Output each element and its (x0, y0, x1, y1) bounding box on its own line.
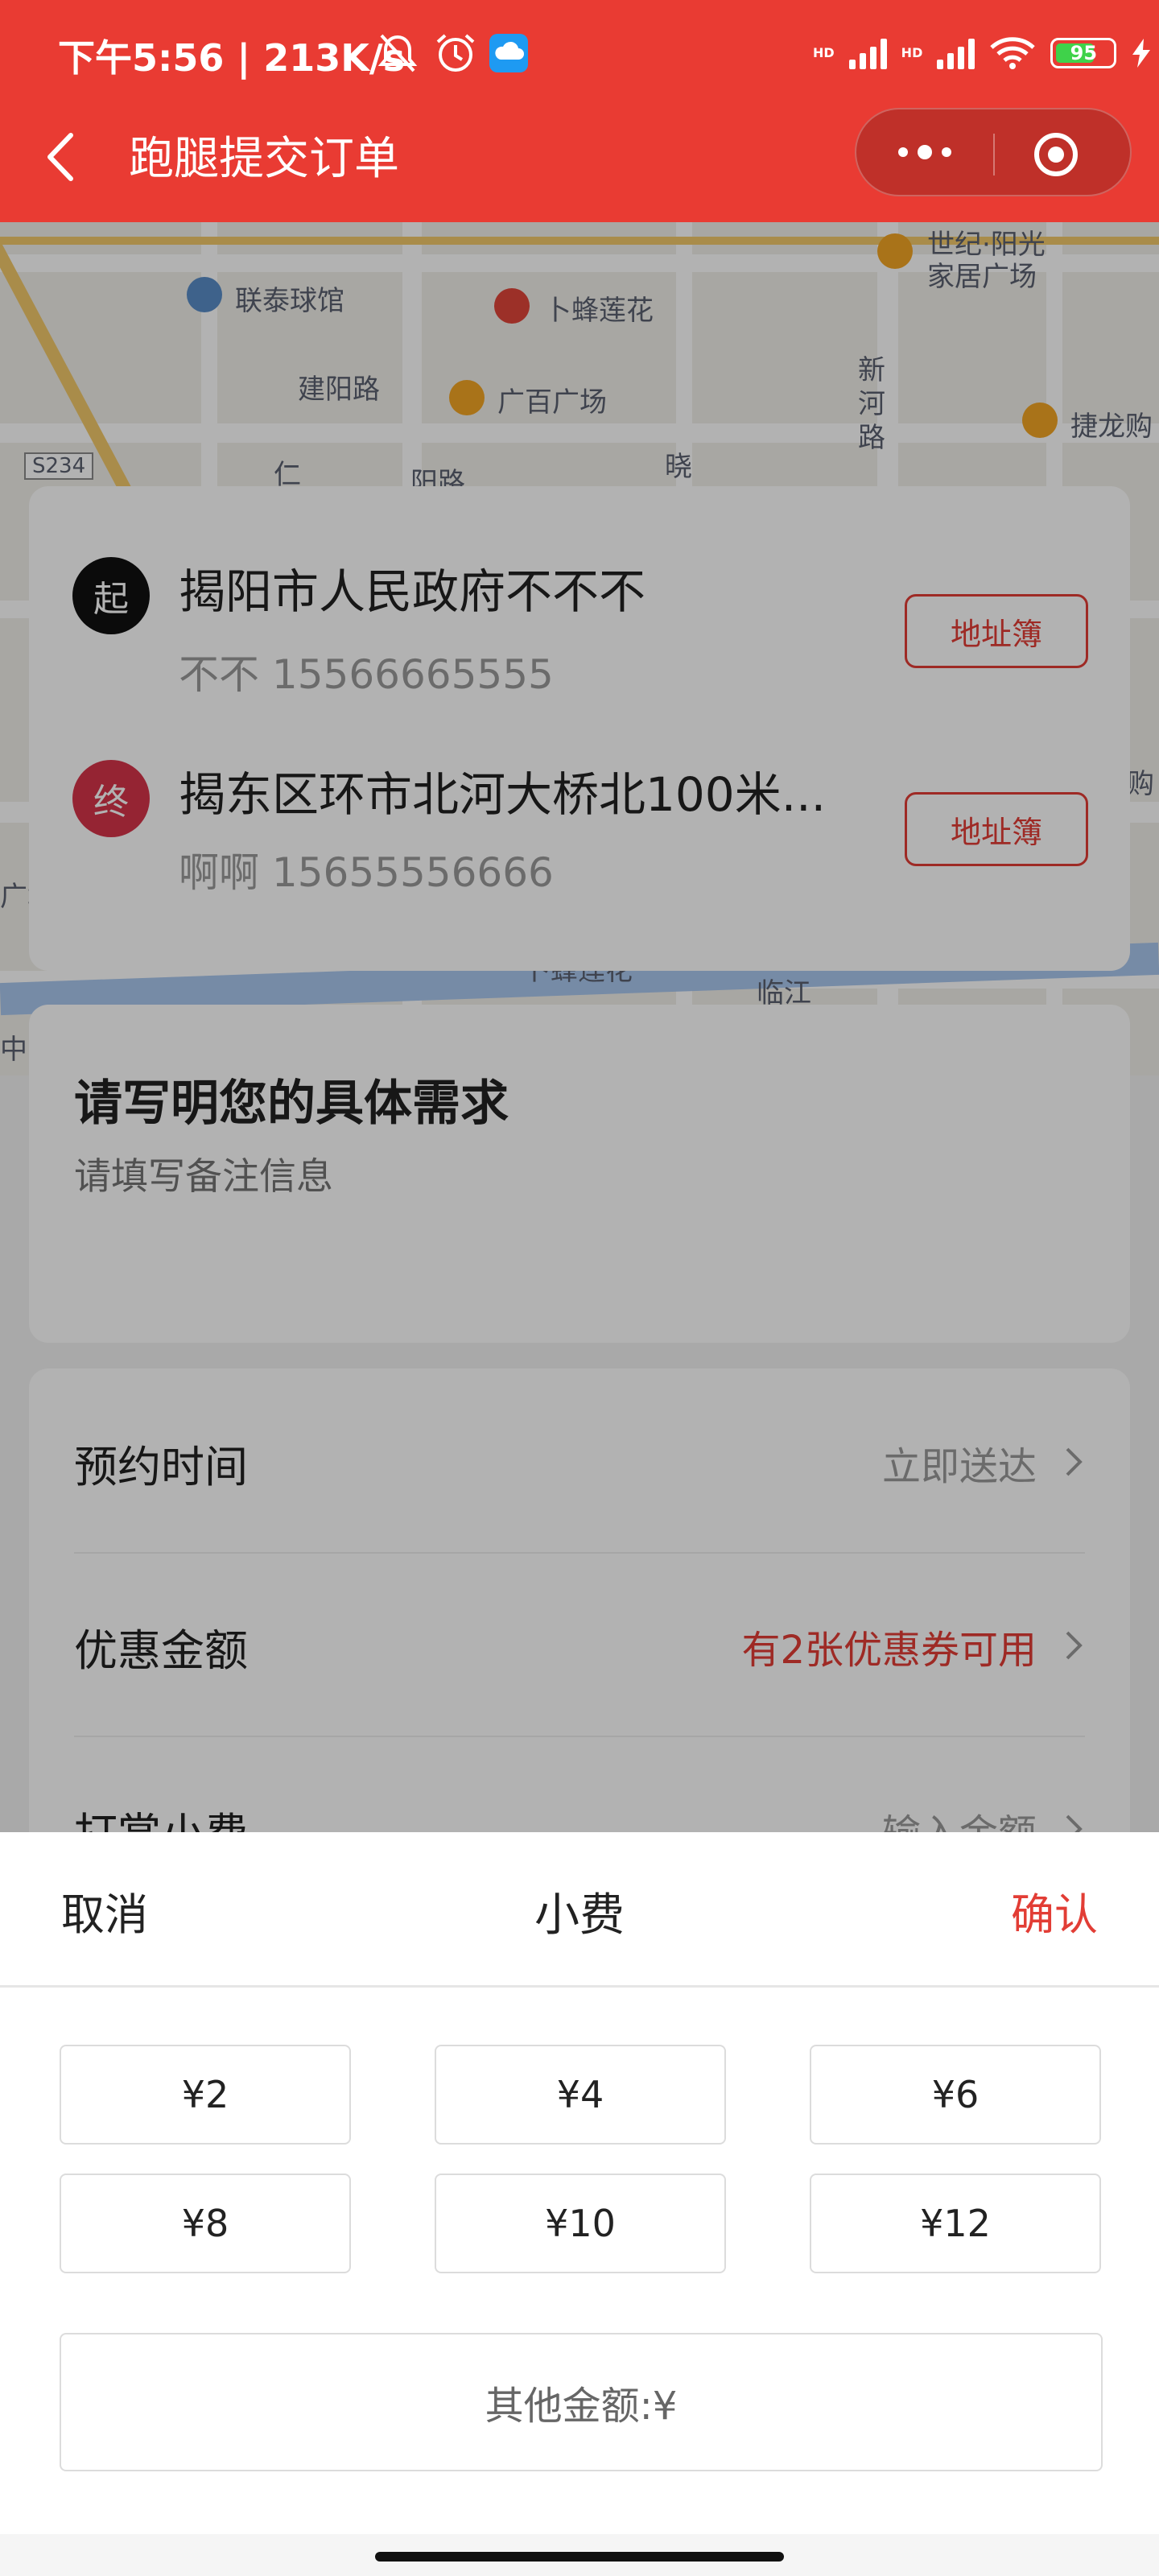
tip-amount-button[interactable]: ¥4 (435, 2045, 726, 2145)
signal-icon-1 (848, 37, 887, 69)
hd-label-2: HD (901, 45, 923, 60)
signal-icon-2 (937, 37, 975, 69)
system-status-icons: HD HD 95 (813, 29, 1152, 77)
sheet-title: 小费 (534, 1889, 625, 1942)
top-bar: 下午5:56 | 213K/s HD HD 95 跑腿提交订单 (0, 0, 1159, 222)
battery-icon: 95 (1050, 38, 1117, 68)
tip-amount-button[interactable]: ¥2 (60, 2045, 351, 2145)
close-miniapp-icon[interactable] (1032, 130, 1080, 179)
alarm-clock-icon (436, 34, 475, 72)
cloud-app-icon (489, 34, 528, 72)
chevron-left-icon (47, 133, 73, 181)
tip-bottom-sheet: 小费 取消 确认 ¥2 ¥4 ¥6 ¥8 ¥10 ¥12 其他金额:¥ (0, 1832, 1159, 2576)
mute-bell-icon (377, 34, 418, 72)
tip-amount-button[interactable]: ¥10 (435, 2174, 726, 2273)
other-amount-input[interactable]: 其他金额:¥ (60, 2333, 1103, 2471)
capsule-divider (993, 134, 995, 175)
tip-amount-button[interactable]: ¥8 (60, 2174, 351, 2273)
miniapp-capsule (855, 108, 1132, 196)
wifi-icon (990, 37, 1036, 69)
home-indicator[interactable] (375, 2552, 784, 2562)
back-button[interactable] (42, 129, 80, 185)
charging-bolt-icon (1132, 39, 1151, 68)
confirm-button[interactable]: 确认 (1011, 1879, 1098, 1942)
sheet-header: 小费 取消 确认 (0, 1832, 1159, 1988)
tip-amount-button[interactable]: ¥12 (810, 2174, 1101, 2273)
cancel-button[interactable]: 取消 (61, 1879, 148, 1942)
tip-amount-button[interactable]: ¥6 (810, 2045, 1101, 2145)
battery-level: 95 (1070, 42, 1098, 64)
more-menu-button[interactable] (856, 109, 993, 195)
modal-backdrop[interactable] (0, 222, 1159, 1832)
status-time-speed: 下午5:56 | 213K/s (58, 36, 406, 80)
page-title: 跑腿提交订单 (129, 133, 399, 185)
hd-label-1: HD (813, 45, 835, 60)
